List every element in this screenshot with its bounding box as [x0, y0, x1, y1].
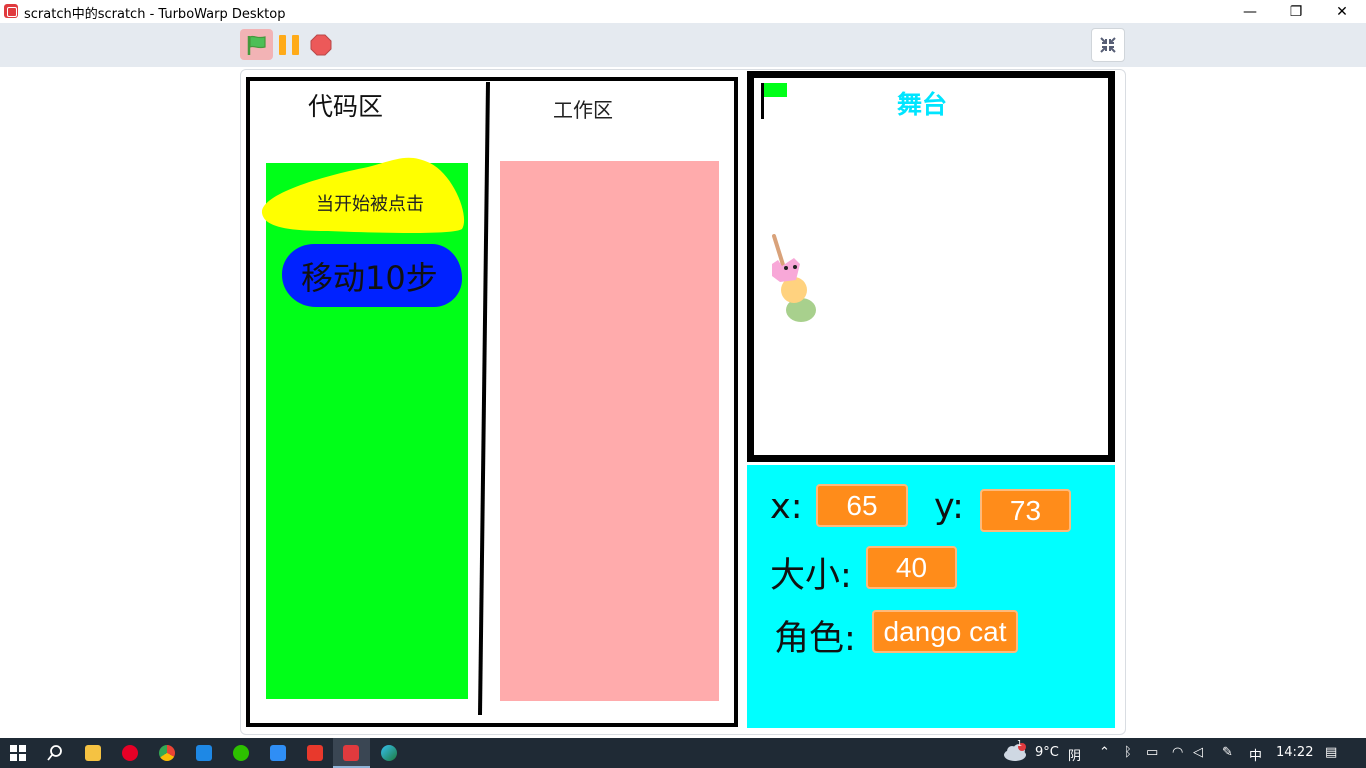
weather-text: 阴 [1068, 749, 1082, 764]
battery-icon[interactable]: ▭ [1146, 745, 1158, 760]
windows-taskbar: 1 9°C 阴 ⌃ ᛒ ▭ ◠ ◁ ✎ 中 14:22 ▤ [0, 738, 1366, 768]
ime-indicator[interactable]: 中 [1249, 745, 1262, 764]
search-icon[interactable] [47, 745, 63, 761]
notification-center-icon[interactable]: ▤ [1325, 745, 1337, 760]
chrome-icon[interactable] [159, 745, 175, 761]
size-value[interactable]: 40 [866, 546, 957, 589]
temperature-text: 9°C [1035, 745, 1059, 760]
flag-icon[interactable] [760, 83, 790, 121]
turbowarp-icon [343, 745, 359, 761]
wechat-icon[interactable] [233, 745, 249, 761]
volume-icon[interactable]: ◁ [1193, 745, 1203, 760]
size-label: 大小: [770, 556, 852, 596]
stage-title: 舞台 [897, 90, 948, 119]
notification-count-badge: 1 [1017, 739, 1023, 748]
chevron-up-icon[interactable]: ⌃ [1099, 745, 1110, 760]
dango-cat-sprite[interactable] [766, 234, 822, 326]
netease-music-icon[interactable] [122, 745, 138, 761]
shrink-icon [1100, 37, 1116, 53]
exit-fullscreen-button[interactable] [1091, 28, 1125, 62]
pen-icon[interactable]: ✎ [1222, 745, 1233, 760]
clock-time[interactable]: 14:22 [1276, 745, 1313, 760]
windows-start-icon[interactable] [10, 745, 26, 761]
event-block-label[interactable]: 当开始被点击 [316, 190, 424, 216]
turbowarp-taskbar-button[interactable] [333, 738, 370, 768]
turbowarp-app-icon [4, 4, 18, 18]
window-title: scratch中的scratch - TurboWarp Desktop [24, 7, 286, 22]
app-star-icon[interactable] [270, 745, 286, 761]
wifi-icon[interactable]: ◠ [1172, 745, 1183, 760]
stop-button[interactable] [310, 34, 332, 56]
title-bar: scratch中的scratch - TurboWarp Desktop — ❐… [0, 0, 1366, 23]
work-area[interactable] [500, 161, 719, 701]
close-button[interactable]: ✕ [1319, 0, 1365, 23]
maximize-button[interactable]: ❐ [1273, 0, 1319, 23]
bluetooth-icon[interactable]: ᛒ [1124, 745, 1132, 760]
green-flag-button[interactable] [240, 29, 273, 60]
sprite-name-value[interactable]: dango cat [872, 610, 1018, 653]
app-blue-icon[interactable] [196, 745, 212, 761]
cloud-weather-icon[interactable] [1003, 743, 1029, 761]
work-area-title: 工作区 [553, 98, 613, 122]
y-value[interactable]: 73 [980, 489, 1071, 532]
motion-block-label[interactable]: 移动10步 [301, 253, 438, 299]
stop-icon [310, 34, 332, 56]
pause-icon-left [279, 35, 286, 55]
wps-icon[interactable] [307, 745, 323, 761]
minimize-button[interactable]: — [1227, 0, 1273, 23]
y-label: y: [934, 487, 964, 527]
pause-icon-right [292, 35, 299, 55]
x-label: x: [770, 487, 803, 527]
green-flag-icon [247, 35, 266, 55]
player-toolbar [0, 23, 1366, 67]
x-value[interactable]: 65 [816, 484, 908, 527]
sprite-label: 角色: [774, 619, 856, 659]
file-explorer-icon[interactable] [85, 745, 101, 761]
edge-icon[interactable] [381, 745, 397, 761]
code-area-title: 代码区 [308, 92, 384, 121]
pause-button[interactable] [279, 35, 301, 55]
